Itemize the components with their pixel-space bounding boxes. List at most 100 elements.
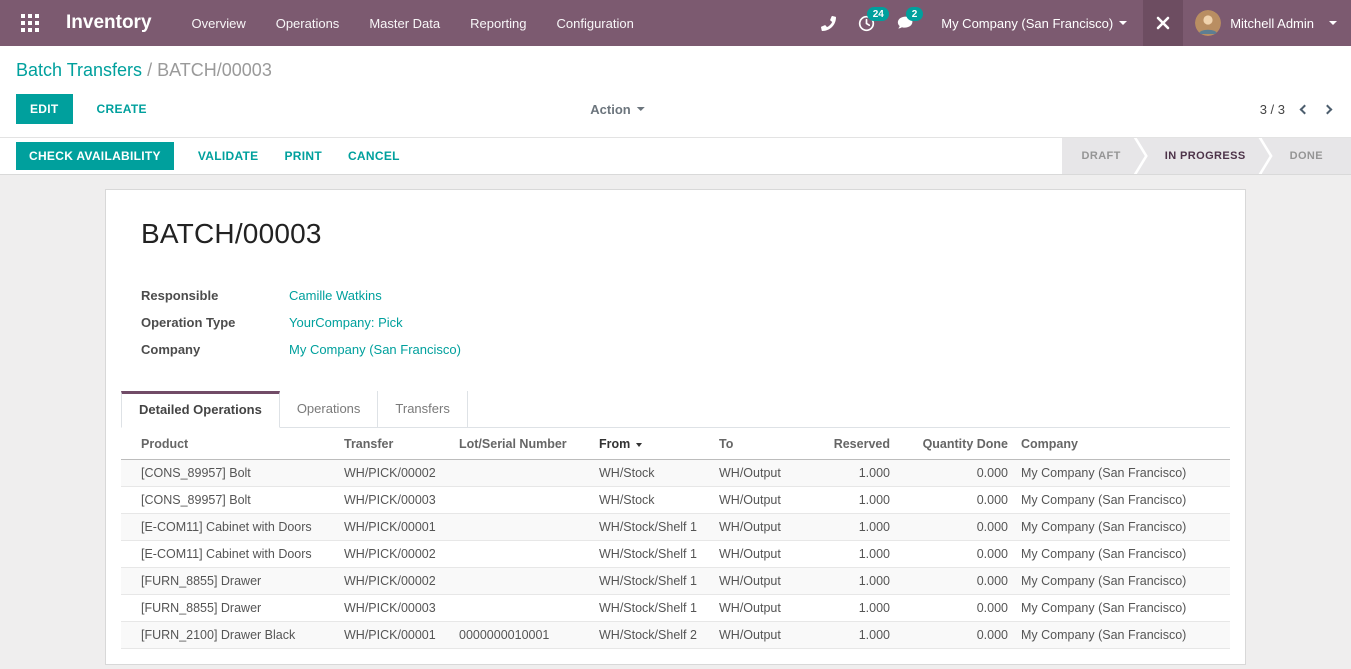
status-in-progress[interactable]: IN PROGRESS bbox=[1137, 138, 1270, 174]
cell-done: 0.000 bbox=[893, 460, 1011, 487]
table-row[interactable]: [E-COM11] Cabinet with DoorsWH/PICK/0000… bbox=[121, 514, 1230, 541]
status-pipeline: DRAFT IN PROGRESS DONE bbox=[1062, 138, 1351, 174]
cell-transfer: WH/PICK/00001 bbox=[341, 622, 456, 649]
app-name[interactable]: Inventory bbox=[66, 12, 152, 34]
cell-from: WH/Stock/Shelf 1 bbox=[596, 595, 716, 622]
statusbar: CHECK AVAILABILITY VALIDATE PRINT CANCEL… bbox=[0, 138, 1351, 175]
cell-company: My Company (San Francisco) bbox=[1011, 460, 1230, 487]
cell-to: WH/Output bbox=[716, 460, 828, 487]
cell-transfer: WH/PICK/00001 bbox=[341, 514, 456, 541]
column-header-reserved[interactable]: Reserved bbox=[828, 428, 893, 460]
field-group: Responsible Camille Watkins Operation Ty… bbox=[141, 288, 1230, 358]
cell-reserved: 1.000 bbox=[828, 622, 893, 649]
messages-button[interactable]: 2 bbox=[886, 0, 925, 46]
cell-reserved: 1.000 bbox=[828, 514, 893, 541]
column-header-company[interactable]: Company bbox=[1011, 428, 1230, 460]
cell-to: WH/Output bbox=[716, 568, 828, 595]
column-header-lot-serial[interactable]: Lot/Serial Number bbox=[456, 428, 596, 460]
operations-table-body: [CONS_89957] BoltWH/PICK/00002WH/StockWH… bbox=[121, 460, 1230, 649]
pager-next-button[interactable] bbox=[1323, 104, 1333, 114]
company-name: My Company (San Francisco) bbox=[941, 16, 1113, 31]
cell-product: [FURN_8855] Drawer bbox=[121, 568, 341, 595]
cell-reserved: 1.000 bbox=[828, 568, 893, 595]
apps-menu-button[interactable] bbox=[12, 0, 48, 46]
table-row[interactable]: [FURN_2100] Drawer BlackWH/PICK/00001000… bbox=[121, 622, 1230, 649]
tab-transfers[interactable]: Transfers bbox=[378, 391, 467, 428]
company-label: Company bbox=[141, 342, 289, 358]
voip-button[interactable] bbox=[810, 0, 847, 46]
table-row[interactable]: [FURN_8855] DrawerWH/PICK/00002WH/Stock/… bbox=[121, 568, 1230, 595]
menu-operations[interactable]: Operations bbox=[276, 16, 340, 31]
grid-3x3-icon bbox=[21, 14, 39, 32]
operation-type-value[interactable]: YourCompany: Pick bbox=[289, 315, 403, 331]
tab-detailed-operations[interactable]: Detailed Operations bbox=[121, 391, 280, 428]
pager-value[interactable]: 3 / 3 bbox=[1260, 102, 1285, 117]
cell-done: 0.000 bbox=[893, 622, 1011, 649]
main-menu: Overview Operations Master Data Reportin… bbox=[192, 16, 634, 31]
breadcrumb-separator: / bbox=[147, 60, 152, 80]
pager-previous-button[interactable] bbox=[1300, 104, 1310, 114]
table-row[interactable]: [CONS_89957] BoltWH/PICK/00003WH/StockWH… bbox=[121, 487, 1230, 514]
cell-to: WH/Output bbox=[716, 541, 828, 568]
table-row[interactable]: [E-COM11] Cabinet with DoorsWH/PICK/0000… bbox=[121, 541, 1230, 568]
caret-down-icon bbox=[637, 107, 645, 111]
cell-done: 0.000 bbox=[893, 541, 1011, 568]
cell-lot bbox=[456, 568, 596, 595]
wrench-cross-icon bbox=[1155, 15, 1171, 31]
cell-product: [FURN_2100] Drawer Black bbox=[121, 622, 341, 649]
menu-reporting[interactable]: Reporting bbox=[470, 16, 526, 31]
cell-company: My Company (San Francisco) bbox=[1011, 541, 1230, 568]
activities-button[interactable]: 24 bbox=[847, 0, 886, 46]
responsible-label: Responsible bbox=[141, 288, 289, 304]
validate-button[interactable]: VALIDATE bbox=[196, 141, 261, 171]
cell-from: WH/Stock/Shelf 2 bbox=[596, 622, 716, 649]
cancel-button[interactable]: CANCEL bbox=[346, 141, 402, 171]
cell-reserved: 1.000 bbox=[828, 460, 893, 487]
systray: 24 2 My Company (San Francisco) bbox=[810, 0, 1351, 46]
company-switcher[interactable]: My Company (San Francisco) bbox=[925, 0, 1143, 46]
cell-to: WH/Output bbox=[716, 514, 828, 541]
create-button[interactable]: CREATE bbox=[95, 94, 149, 124]
statusbar-buttons: CHECK AVAILABILITY VALIDATE PRINT CANCEL bbox=[0, 141, 1062, 171]
cell-lot bbox=[456, 487, 596, 514]
user-menu[interactable]: Mitchell Admin bbox=[1183, 0, 1351, 46]
menu-overview[interactable]: Overview bbox=[192, 16, 246, 31]
cell-from: WH/Stock/Shelf 1 bbox=[596, 514, 716, 541]
company-value[interactable]: My Company (San Francisco) bbox=[289, 342, 461, 358]
column-header-transfer[interactable]: Transfer bbox=[341, 428, 456, 460]
table-row[interactable]: [CONS_89957] BoltWH/PICK/00002WH/StockWH… bbox=[121, 460, 1230, 487]
control-panel: Batch Transfers / BATCH/00003 EDIT CREAT… bbox=[0, 46, 1351, 138]
cell-product: [E-COM11] Cabinet with Doors bbox=[121, 541, 341, 568]
table-row[interactable]: [FURN_8855] DrawerWH/PICK/00003WH/Stock/… bbox=[121, 595, 1230, 622]
breadcrumb-batch-transfers[interactable]: Batch Transfers bbox=[16, 60, 142, 80]
form-view: BATCH/00003 Responsible Camille Watkins … bbox=[0, 175, 1351, 665]
cell-company: My Company (San Francisco) bbox=[1011, 595, 1230, 622]
status-draft[interactable]: DRAFT bbox=[1062, 138, 1145, 174]
edit-button[interactable]: EDIT bbox=[16, 94, 73, 124]
button-row: EDIT CREATE Action 3 / 3 bbox=[16, 94, 1335, 137]
responsible-value[interactable]: Camille Watkins bbox=[289, 288, 382, 304]
cell-reserved: 1.000 bbox=[828, 541, 893, 568]
status-done[interactable]: DONE bbox=[1262, 138, 1351, 174]
cell-transfer: WH/PICK/00003 bbox=[341, 595, 456, 622]
print-button[interactable]: PRINT bbox=[282, 141, 324, 171]
menu-master-data[interactable]: Master Data bbox=[369, 16, 440, 31]
tab-operations[interactable]: Operations bbox=[280, 391, 379, 428]
cell-company: My Company (San Francisco) bbox=[1011, 622, 1230, 649]
column-header-to[interactable]: To bbox=[716, 428, 828, 460]
action-menu-button[interactable]: Action bbox=[584, 101, 650, 118]
cell-done: 0.000 bbox=[893, 514, 1011, 541]
cell-from: WH/Stock/Shelf 1 bbox=[596, 568, 716, 595]
cell-lot: 0000000010001 bbox=[456, 622, 596, 649]
column-header-product[interactable]: Product bbox=[121, 428, 341, 460]
cell-from: WH/Stock bbox=[596, 460, 716, 487]
cell-product: [E-COM11] Cabinet with Doors bbox=[121, 514, 341, 541]
top-navbar: Inventory Overview Operations Master Dat… bbox=[0, 0, 1351, 46]
menu-configuration[interactable]: Configuration bbox=[557, 16, 634, 31]
column-header-quantity-done[interactable]: Quantity Done bbox=[893, 428, 1011, 460]
breadcrumb-current: BATCH/00003 bbox=[157, 60, 272, 80]
cell-product: [CONS_89957] Bolt bbox=[121, 460, 341, 487]
column-header-from[interactable]: From bbox=[596, 428, 716, 460]
debug-tools-button[interactable] bbox=[1143, 0, 1183, 46]
check-availability-button[interactable]: CHECK AVAILABILITY bbox=[16, 142, 174, 170]
